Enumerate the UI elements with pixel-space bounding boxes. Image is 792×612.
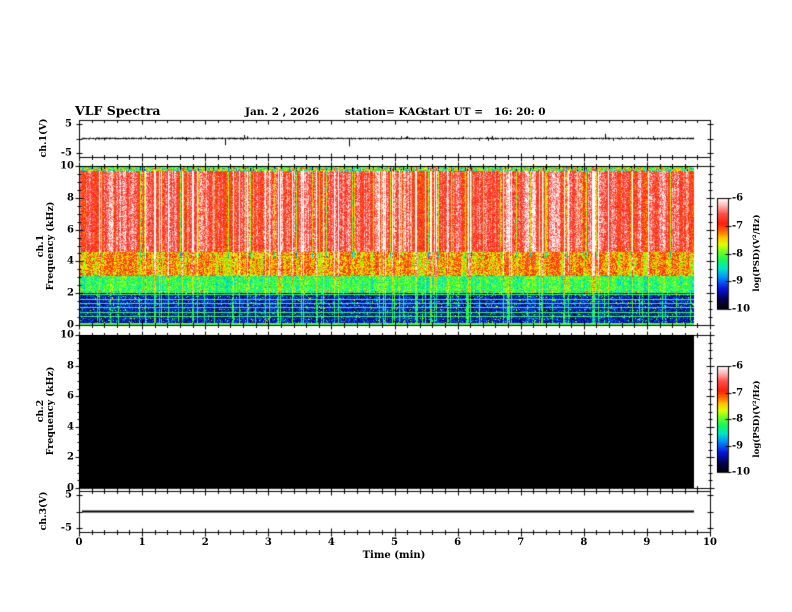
ch1-freq-tick-label: 2 bbox=[67, 287, 74, 299]
time-tick-label: 4 bbox=[327, 537, 335, 548]
time-tick-label: 5 bbox=[391, 537, 398, 548]
ch1-freq-tick-label: 4 bbox=[67, 255, 74, 267]
ch1-freq-tick-label: 8 bbox=[67, 192, 74, 204]
ch2-frequency-axis-label: ch.2 Frequency (kHz) bbox=[35, 366, 56, 456]
ch1-voltage-axis-label: ch.1(V) bbox=[38, 118, 49, 158]
ch1-frequency-axis-label: ch.1 Frequency (kHz) bbox=[35, 201, 56, 291]
ch1v-volt-tick-label: 5 bbox=[65, 118, 72, 130]
time-tick-label: 8 bbox=[580, 537, 588, 548]
colorbar-1-unit-label: log(PSD)(V²/Hz) bbox=[752, 214, 762, 292]
ch1-freq-tick-label: 10 bbox=[60, 160, 74, 172]
colorbar-tick-label: -7 bbox=[732, 387, 744, 398]
ch2-freq-tick-label: 6 bbox=[67, 390, 74, 402]
ch3-voltage-axis-label: ch.3(V) bbox=[38, 491, 49, 531]
time-tick-label: 7 bbox=[517, 537, 525, 548]
colorbar-tick-label: -8 bbox=[732, 413, 744, 425]
colorbar-tick-label: -9 bbox=[732, 440, 744, 451]
time-tick-label: 1 bbox=[138, 537, 146, 548]
vlf-spectra-plot: VLF Spectra Jan. 2 , 2026 station= KAG s… bbox=[0, 0, 792, 612]
colorbar-tick-label: -6 bbox=[732, 360, 744, 372]
ch1v-volt-tick-label: -5 bbox=[60, 147, 72, 159]
time-tick-label: 0 bbox=[75, 537, 83, 548]
colorbar-tick-label: -6 bbox=[732, 192, 744, 204]
colorbar-tick-label: -10 bbox=[732, 303, 751, 315]
time-tick-label: 6 bbox=[454, 537, 462, 548]
time-axis-label: Time (min) bbox=[362, 550, 426, 561]
time-tick-label: 3 bbox=[264, 537, 272, 548]
colorbar-tick-label: -9 bbox=[732, 275, 744, 287]
ch2-freq-tick-label: 2 bbox=[67, 451, 74, 463]
colorbar-tick-label: -10 bbox=[732, 466, 751, 478]
axes-ticks-overlay bbox=[0, 0, 792, 612]
ch2-freq-tick-label: 10 bbox=[60, 329, 74, 341]
ch2-freq-tick-label: 4 bbox=[67, 421, 74, 433]
ch1-frequency-axis-label-line2: Frequency (kHz) bbox=[45, 201, 56, 291]
time-tick-label: 10 bbox=[703, 537, 717, 548]
ch3-volt-tick-label: -5 bbox=[60, 522, 72, 534]
colorbar-tick-label: -7 bbox=[732, 220, 744, 232]
time-tick-label: 2 bbox=[201, 537, 209, 548]
colorbar-2-unit-label: log(PSD)(V²/Hz) bbox=[752, 380, 762, 458]
ch3-volt-tick-label: 5 bbox=[65, 489, 72, 501]
colorbar-tick-label: -8 bbox=[732, 248, 744, 259]
ch2-freq-tick-label: 8 bbox=[67, 360, 74, 372]
ch1-freq-tick-label: 6 bbox=[67, 224, 74, 236]
time-tick-label: 9 bbox=[643, 537, 651, 548]
ch2-frequency-axis-label-line2: Frequency (kHz) bbox=[45, 366, 56, 456]
